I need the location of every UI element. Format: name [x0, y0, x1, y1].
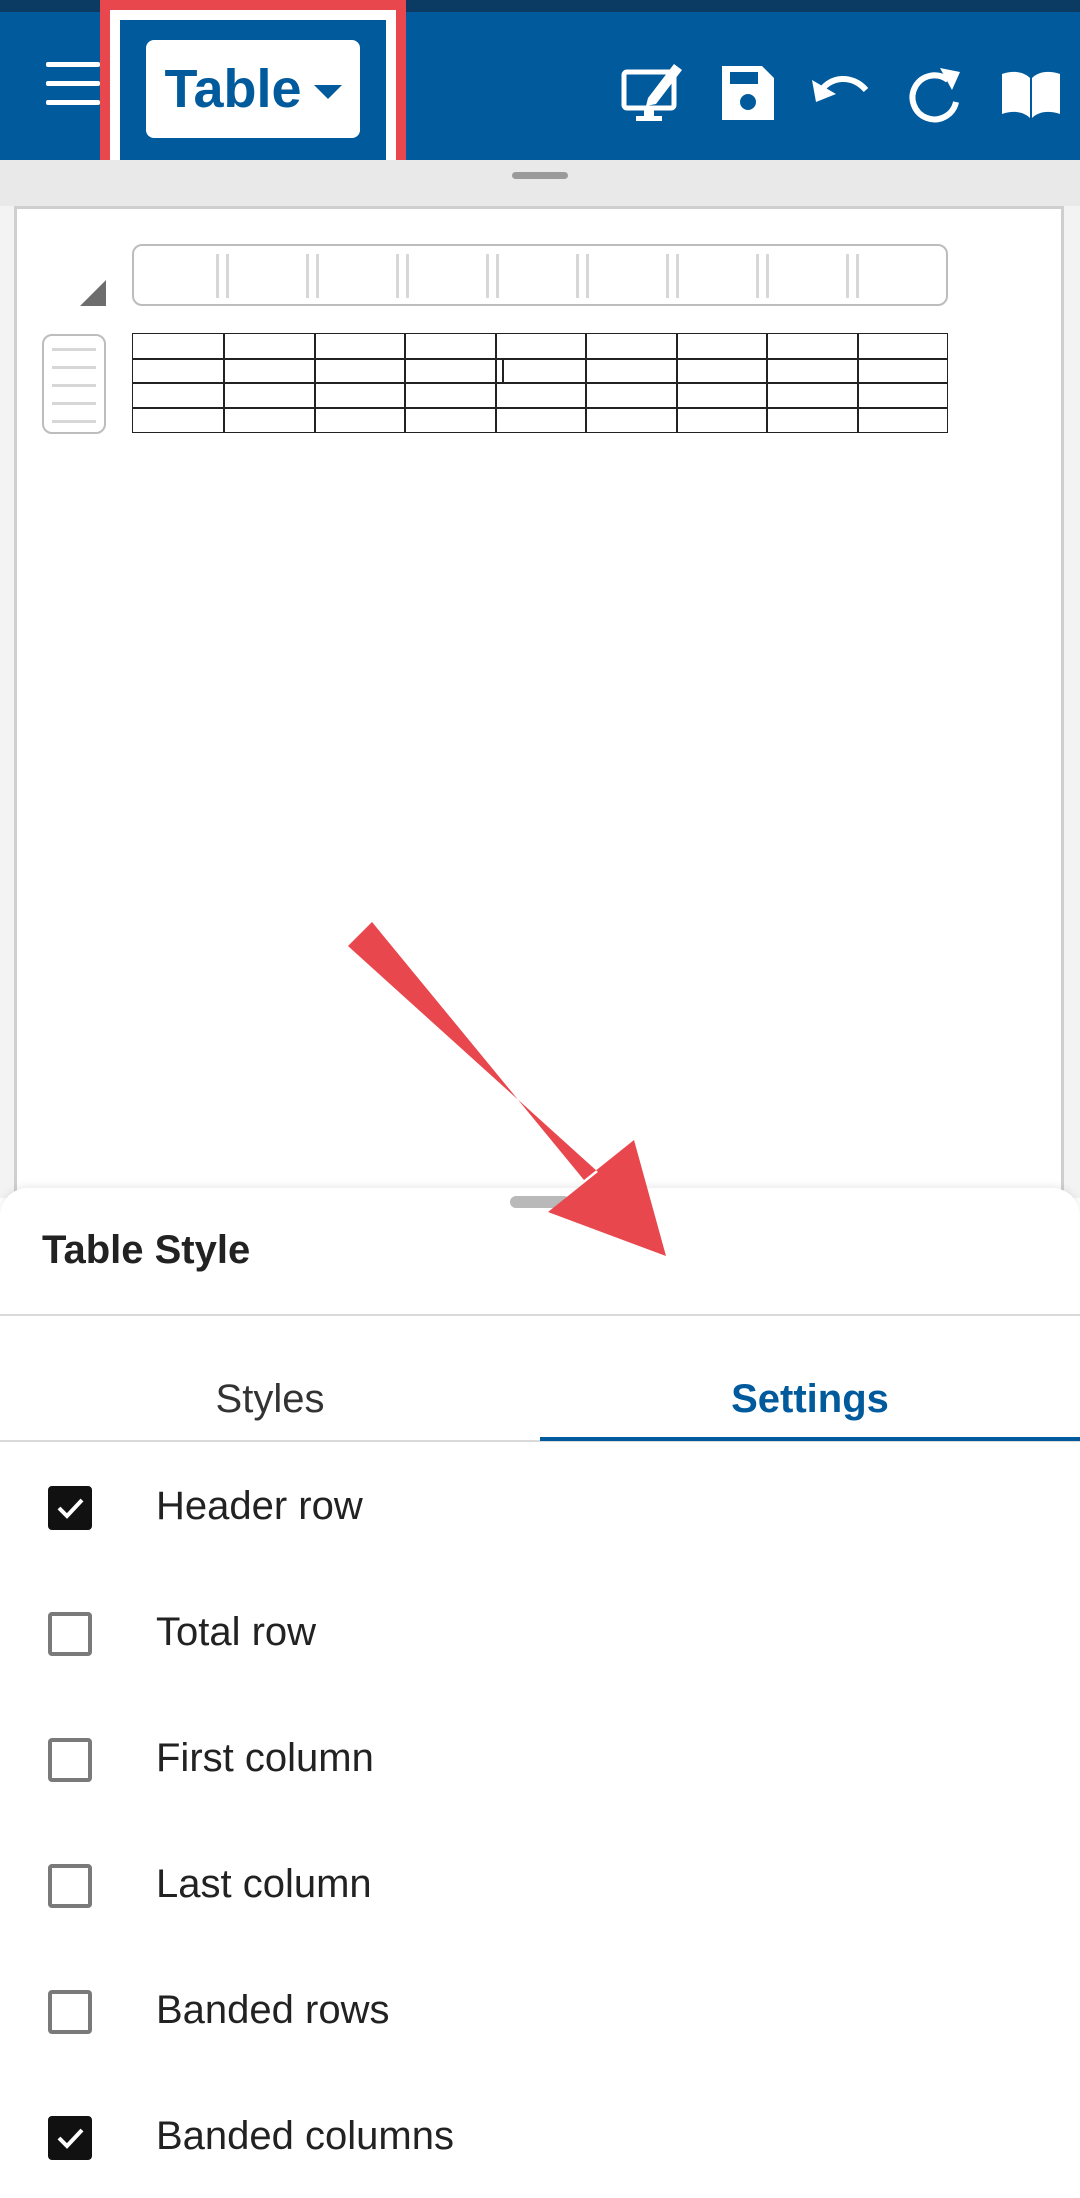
sheet-title: Table Style — [42, 1228, 251, 1272]
text-cursor — [502, 360, 504, 382]
option-label: Last column — [156, 1862, 372, 1906]
option-last-column[interactable]: Last column — [0, 1836, 1080, 1936]
checkbox-checked-icon[interactable] — [48, 2116, 92, 2160]
toolbar-rail — [0, 160, 1080, 206]
option-first-column[interactable]: First column — [0, 1710, 1080, 1810]
option-label: Banded rows — [156, 1988, 390, 2032]
option-banded-rows[interactable]: Banded rows — [0, 1962, 1080, 2062]
caret-down-icon — [313, 85, 342, 99]
checkbox-unchecked-icon[interactable] — [48, 1990, 92, 2034]
table-mode-label: Table — [164, 59, 302, 119]
option-label: Total row — [156, 1610, 317, 1654]
row-ruler[interactable] — [42, 334, 106, 434]
book-icon[interactable] — [996, 58, 1066, 128]
checkbox-unchecked-icon[interactable] — [48, 1864, 92, 1908]
sheet-drag-handle[interactable] — [510, 1196, 570, 1208]
table-mode-dropdown[interactable]: Table — [146, 40, 360, 138]
redo-icon[interactable] — [900, 58, 970, 128]
monitor-edit-icon[interactable] — [618, 58, 688, 128]
title-divider — [0, 1314, 1080, 1316]
menu-icon[interactable] — [46, 62, 100, 106]
table-select-corner-icon[interactable] — [80, 280, 106, 306]
undo-icon[interactable] — [806, 58, 876, 128]
document-table[interactable] — [132, 333, 948, 433]
active-tab-indicator — [540, 1437, 1080, 1441]
save-icon[interactable] — [712, 58, 782, 128]
tab-styles[interactable]: Styles — [0, 1356, 540, 1442]
option-label: Banded columns — [156, 2114, 454, 2158]
tab-settings[interactable]: Settings — [540, 1356, 1080, 1442]
checkbox-unchecked-icon[interactable] — [48, 1612, 92, 1656]
column-ruler[interactable] — [132, 244, 948, 306]
option-label: Header row — [156, 1484, 363, 1528]
checkbox-unchecked-icon[interactable] — [48, 1738, 92, 1782]
option-label: First column — [156, 1736, 374, 1780]
option-banded-columns[interactable]: Banded columns — [0, 2088, 1080, 2188]
option-total-row[interactable]: Total row — [0, 1584, 1080, 1684]
rail-handle[interactable] — [512, 172, 568, 179]
option-header-row[interactable]: Header row — [0, 1458, 1080, 1558]
checkbox-checked-icon[interactable] — [48, 1486, 92, 1530]
